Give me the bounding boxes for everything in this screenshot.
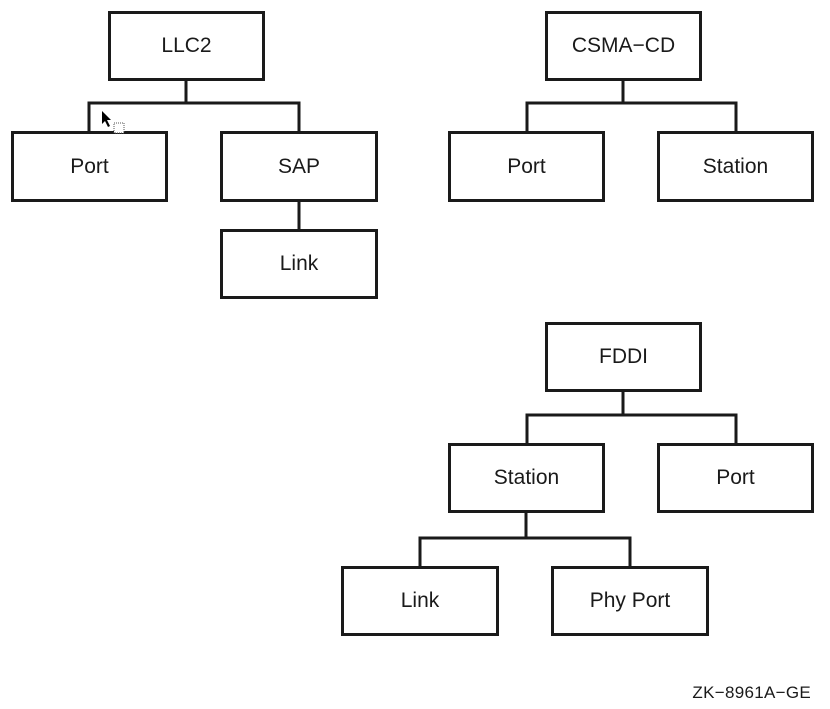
node-label: Port (716, 466, 755, 489)
node-llc2-port: Port (11, 131, 168, 202)
node-csma-port: Port (448, 131, 605, 202)
node-label: SAP (277, 154, 321, 178)
mouse-cursor-icon (102, 111, 125, 134)
connector-csma-children (525, 101, 738, 132)
node-label: Link (279, 252, 319, 275)
connector-fddi-children (525, 413, 738, 444)
node-llc2-sap: SAP (220, 131, 378, 202)
node-label: Station (702, 154, 769, 178)
node-label: Link (400, 589, 440, 612)
node-label: Station (493, 466, 560, 489)
node-label: CSMA−CD (571, 34, 676, 57)
node-label: Phy Port (589, 589, 671, 612)
node-csma-station: Station (657, 131, 814, 202)
node-fddi-link: Link (341, 566, 499, 636)
node-label: LLC2 (161, 34, 212, 57)
node-llc2: LLC2 (108, 11, 265, 81)
node-fddi-station: Station (448, 443, 605, 513)
node-label: FDDI (599, 345, 648, 368)
node-fddi: FDDI (545, 322, 702, 392)
figure-id-caption: ZK−8961A−GE (692, 683, 811, 702)
node-llc2-link: Link (220, 229, 378, 299)
node-csma-cd: CSMA−CD (545, 11, 702, 81)
connector-station-children (418, 536, 632, 567)
node-fddi-port: Port (657, 443, 814, 513)
node-fddi-phy-port: Phy Port (551, 566, 709, 636)
node-label: Port (507, 154, 546, 178)
node-label: Port (70, 154, 109, 178)
